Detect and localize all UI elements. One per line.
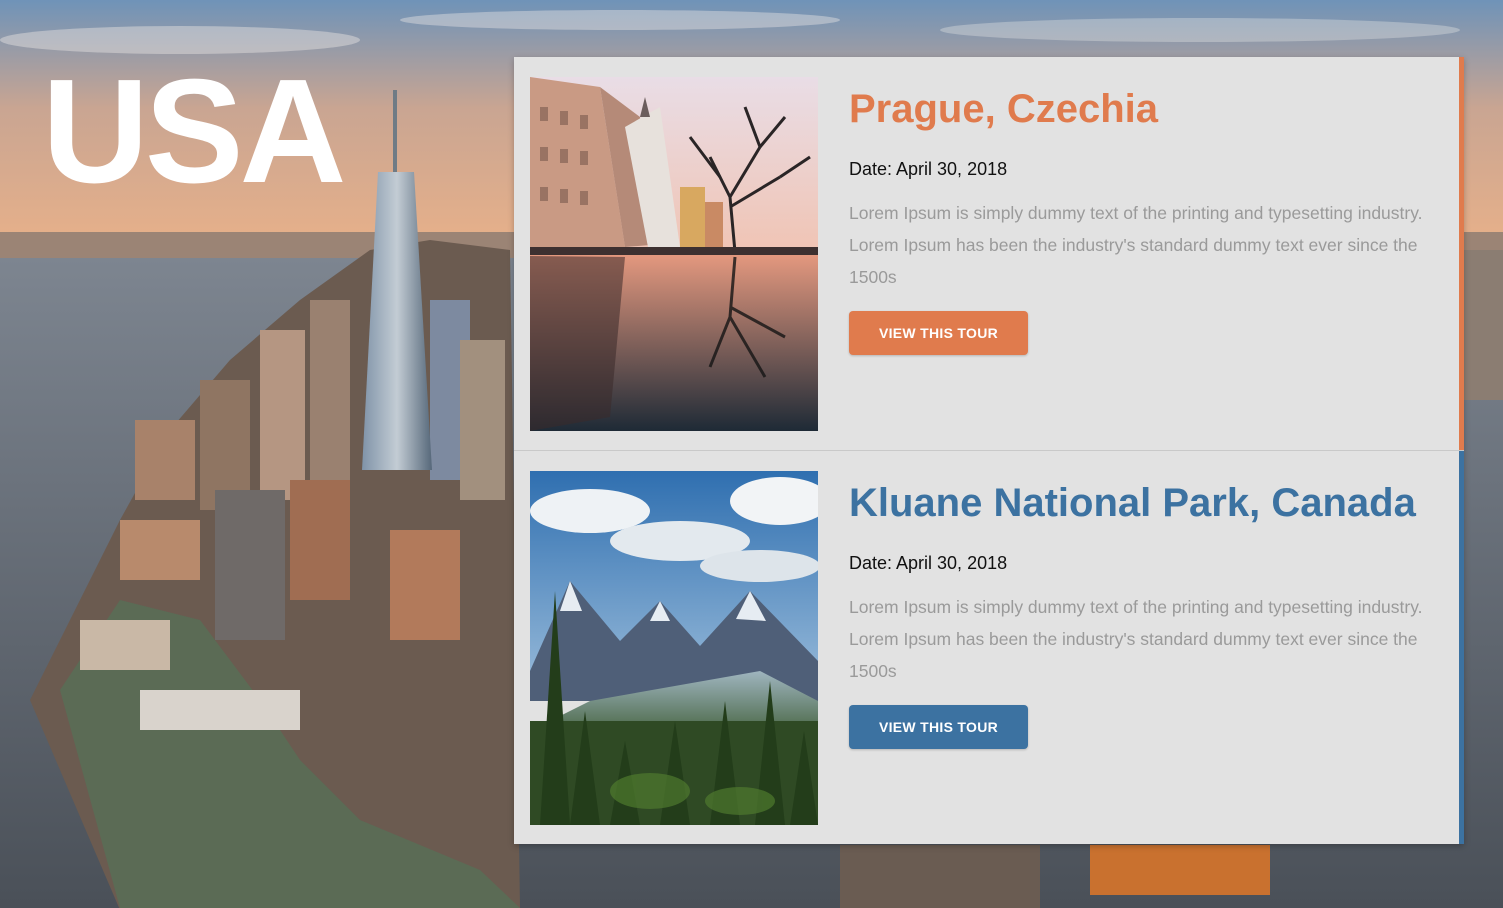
- tour-description: Lorem Ipsum is simply dummy text of the …: [849, 597, 1423, 681]
- tour-date: Date: April 30, 2018: [849, 159, 1008, 179]
- tour-card-kluane: Kluane National Park, Canada Date: April…: [514, 451, 1464, 844]
- view-tour-button-prague[interactable]: VIEW THIS TOUR: [849, 311, 1028, 355]
- tour-image-prague: [530, 77, 818, 431]
- tour-date: Date: April 30, 2018: [849, 553, 1008, 573]
- tour-description: Lorem Ipsum is simply dummy text of the …: [849, 203, 1423, 287]
- tour-title: Kluane National Park, Canada: [849, 481, 1416, 525]
- tour-list-panel: Prague, Czechia Date: April 30, 2018 Lor…: [514, 57, 1464, 844]
- hero-title: USA: [42, 49, 346, 214]
- tour-title: Prague, Czechia: [849, 87, 1159, 131]
- tour-card-prague: Prague, Czechia Date: April 30, 2018 Lor…: [514, 57, 1464, 450]
- tour-image-kluane: [530, 471, 818, 825]
- view-tour-button-kluane[interactable]: VIEW THIS TOUR: [849, 705, 1028, 749]
